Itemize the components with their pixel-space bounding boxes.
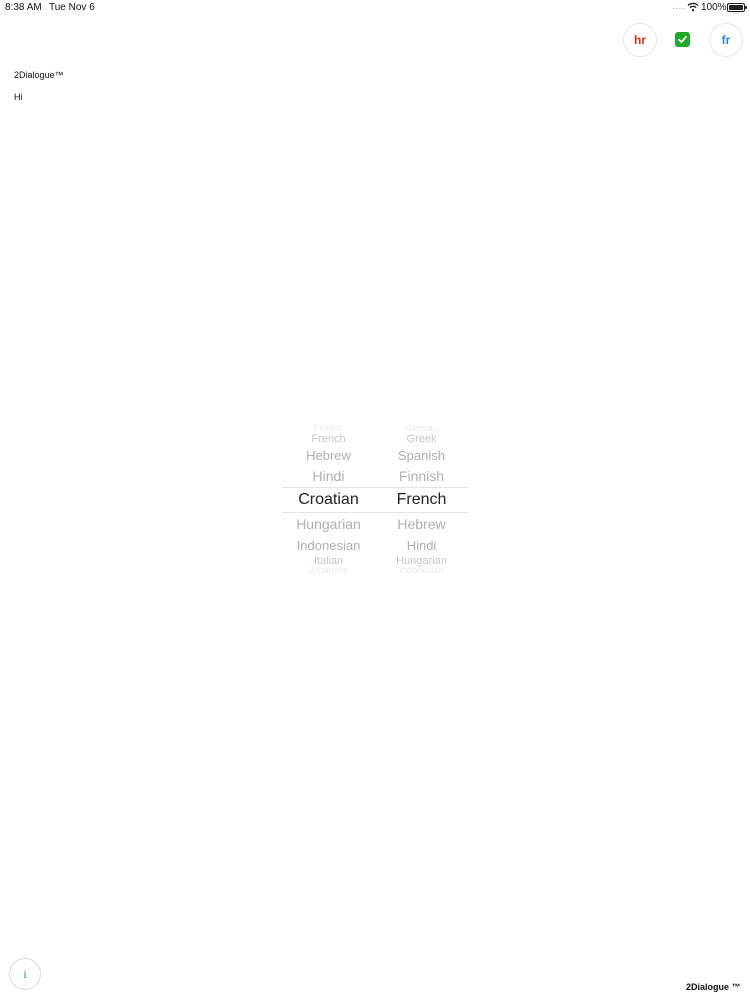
picker-item[interactable]: Indonesian (375, 565, 468, 575)
battery-icon (727, 3, 747, 12)
target-language-button[interactable]: fr (709, 23, 743, 57)
picker-item[interactable]: Japanese (282, 565, 375, 575)
picker-item[interactable]: Hindi (375, 538, 468, 553)
source-language-code: hr (634, 33, 646, 47)
status-date: Tue Nov 6 (49, 2, 95, 13)
picker-item[interactable]: Hebrew (282, 448, 375, 463)
picker-item[interactable]: Indonesian (282, 538, 375, 553)
info-button[interactable]: i (9, 958, 41, 990)
app-title: 2Dialogue™ (14, 70, 64, 80)
picker-item[interactable]: Spanish (375, 448, 468, 463)
check-icon[interactable] (675, 32, 690, 47)
picker-item[interactable]: Hindi (282, 468, 375, 484)
target-language-code: fr (721, 33, 731, 47)
picker-item[interactable]: Greek (375, 433, 468, 445)
signal-icon: .... (672, 1, 686, 12)
picker-item[interactable]: French (282, 433, 375, 445)
target-language-wheel[interactable]: German Greek Spanish Finnish French Hebr… (375, 423, 468, 575)
picker-item-selected[interactable]: Croatian (282, 491, 375, 509)
status-time: 8:38 AM (5, 2, 42, 13)
picker-item[interactable]: Finnish (375, 468, 468, 484)
info-icon: i (23, 966, 27, 981)
source-language-wheel[interactable]: Finnish French Hebrew Hindi Croatian Hun… (282, 423, 375, 575)
footer-brand: 2Dialogue ™ (686, 982, 741, 992)
status-bar: 8:38 AM Tue Nov 6 .... 100% (0, 0, 750, 16)
source-language-button[interactable]: hr (623, 23, 657, 57)
picker-item[interactable]: Hebrew (375, 516, 468, 532)
picker-item[interactable]: Hungarian (282, 516, 375, 532)
picker-item[interactable]: Finnish (282, 423, 375, 433)
language-picker[interactable]: Finnish French Hebrew Hindi Croatian Hun… (282, 423, 468, 575)
message-text: Hi (14, 92, 23, 102)
picker-item[interactable]: German (375, 423, 468, 433)
picker-item-selected[interactable]: French (375, 491, 468, 509)
wifi-icon (687, 2, 699, 12)
checkmark-glyph (678, 35, 687, 44)
battery-percentage: 100% (701, 2, 727, 13)
